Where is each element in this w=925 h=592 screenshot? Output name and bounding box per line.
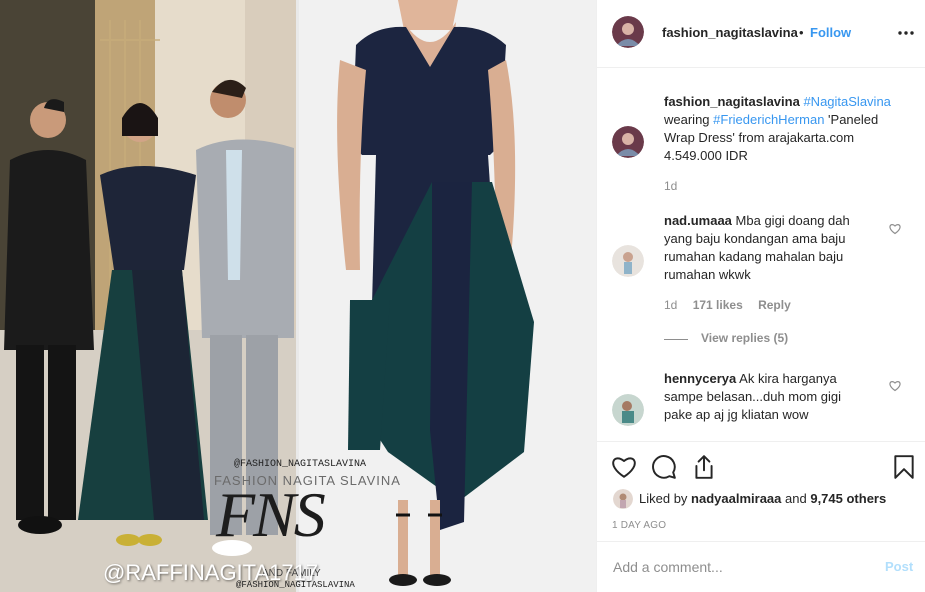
post-image[interactable]: @FASHION_NAGITASLAVINA FASHION NAGITA SL… — [0, 0, 596, 592]
post-side-panel: fashion_nagitaslavina • Follow fashion_n… — [596, 0, 925, 592]
caption-text-1: wearing — [664, 112, 710, 127]
liked-by-prefix: Liked by — [639, 491, 688, 506]
comment-likes[interactable]: 171 likes — [693, 298, 743, 312]
like-icon[interactable] — [611, 454, 637, 480]
share-icon[interactable] — [691, 454, 717, 480]
comment-icon[interactable] — [651, 454, 677, 480]
hashtag-friederichherman[interactable]: #FriederichHerman — [713, 112, 824, 127]
liked-by-user[interactable]: nadyaalmiraaa — [691, 491, 781, 506]
caption-time: 1d — [664, 179, 678, 193]
avatar-image — [612, 16, 644, 48]
comment-avatar[interactable] — [612, 245, 644, 277]
liked-by-others[interactable]: 9,745 others — [810, 491, 886, 506]
post-header: fashion_nagitaslavina • Follow — [597, 0, 925, 68]
watermark-logo: FNS — [216, 479, 326, 550]
post-date: 1 DAY AGO — [612, 520, 667, 531]
post-actions: Liked by nadyaalmiraaa and 9,745 others … — [597, 441, 925, 542]
caption-username[interactable]: fashion_nagitaslavina — [664, 94, 800, 109]
caption: fashion_nagitaslavina #NagitaSlavina wea… — [664, 93, 904, 165]
comment-username[interactable]: hennycerya — [664, 371, 736, 386]
comment-body: hennycerya Ak kira harganya sampe belasa… — [664, 370, 869, 424]
liked-by-avatar[interactable] — [613, 489, 633, 509]
comment-avatar[interactable] — [612, 394, 644, 426]
hashtag-nagitaslavina[interactable]: #NagitaSlavina — [803, 94, 890, 109]
author-avatar[interactable] — [612, 16, 644, 48]
add-comment-bar: Post — [597, 541, 925, 592]
comment-body: nad.umaaa Mba gigi doang dah yang baju k… — [664, 212, 869, 284]
likes-summary: Liked by nadyaalmiraaa and 9,745 others — [639, 491, 886, 507]
comment-reply-button[interactable]: Reply — [758, 298, 791, 312]
overlay-handle: @RAFFINAGITA1717 — [103, 560, 319, 585]
more-options-icon[interactable] — [897, 24, 915, 42]
post-button[interactable]: Post — [885, 559, 913, 574]
view-replies-button[interactable]: View replies (5) — [701, 331, 788, 345]
caption-avatar[interactable] — [612, 126, 644, 158]
view-replies-line — [664, 339, 688, 340]
author-username[interactable]: fashion_nagitaslavina — [662, 25, 798, 40]
comment-like-icon[interactable] — [889, 222, 901, 235]
header-separator: • — [799, 25, 804, 40]
liked-by-and: and — [785, 491, 807, 506]
comment-username[interactable]: nad.umaaa — [664, 213, 732, 228]
follow-button[interactable]: Follow — [810, 25, 851, 40]
add-comment-input[interactable] — [611, 556, 865, 578]
watermark-handle-top: @FASHION_NAGITASLAVINA — [234, 459, 367, 470]
instagram-post: @FASHION_NAGITASLAVINA FASHION NAGITA SL… — [0, 0, 925, 592]
bookmark-icon[interactable] — [891, 454, 917, 480]
comment-time: 1d — [664, 298, 678, 312]
comment-like-icon[interactable] — [889, 379, 901, 392]
comment-meta: 1d 171 likes Reply — [664, 298, 791, 312]
